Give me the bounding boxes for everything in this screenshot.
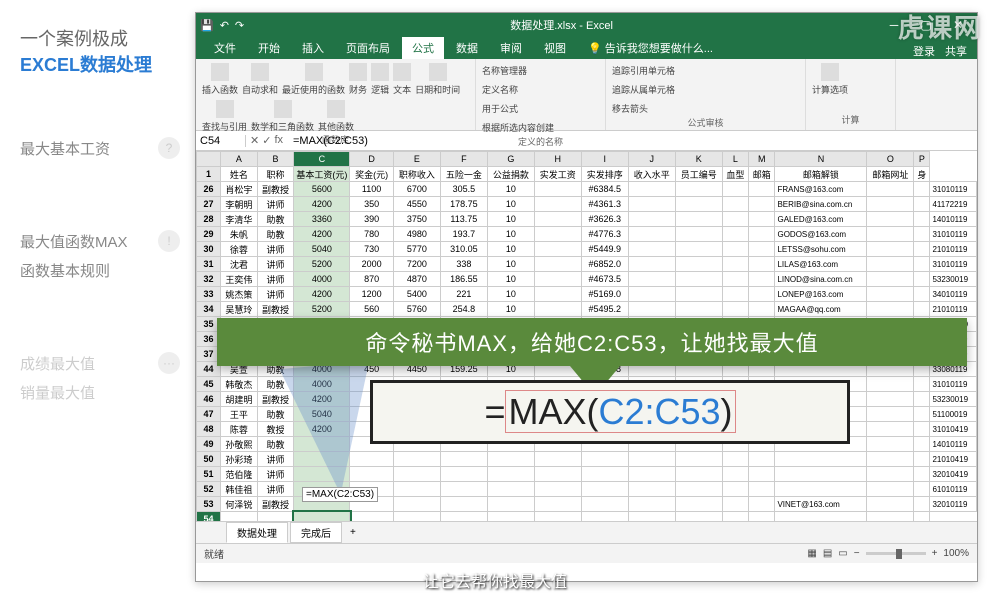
status-ready: 就绪	[204, 546, 224, 561]
formula-bar[interactable]: =MAX(C2:C53)	[287, 135, 977, 147]
sidebar-item-1[interactable]: 最大值函数MAX !	[20, 230, 195, 252]
instruction-callout: 命令秘书MAX，给她C2:C53，让她找最大值	[217, 318, 967, 366]
col-header-N[interactable]: N	[775, 152, 867, 167]
col-header-J[interactable]: J	[628, 152, 675, 167]
titlebar: 💾 ↶ ↷ 数据处理.xlsx - Excel ─ ▢ ✕	[196, 13, 977, 37]
col-header-I[interactable]: I	[581, 152, 628, 167]
col-header-D[interactable]: D	[350, 152, 394, 167]
zoom-out-button[interactable]: −	[854, 548, 860, 559]
share-button[interactable]: 共享	[945, 43, 967, 59]
view-page-icon[interactable]: ▤	[823, 548, 832, 559]
formula-callout: =MAX(C2:C53)	[370, 380, 850, 444]
financial-button[interactable]: 财务	[349, 63, 367, 96]
view-normal-icon[interactable]: ▦	[807, 548, 816, 559]
use-formula-button[interactable]: 用于公式	[482, 101, 518, 116]
badge-question: ?	[158, 137, 180, 159]
calc-options-button[interactable]: 计算选项	[812, 63, 848, 96]
sheet-tab-active[interactable]: 数据处理	[226, 522, 288, 543]
sheet-tab-other[interactable]: 完成后	[290, 522, 342, 543]
ribbon-tabs: 文件 开始 插入 页面布局 公式 数据 审阅 视图 💡 告诉我您想要做什么...…	[196, 37, 977, 59]
save-icon[interactable]: 💾	[200, 19, 214, 32]
col-header-F[interactable]: F	[440, 152, 487, 167]
col-header-C[interactable]: C	[294, 152, 350, 167]
sidebar-item-2[interactable]: 函数基本规则	[20, 260, 195, 281]
col-header-A[interactable]: A	[221, 152, 258, 167]
undo-icon[interactable]: ↶	[220, 19, 229, 32]
cancel-icon[interactable]: ✕	[250, 134, 259, 147]
active-cell-formula[interactable]: =MAX(C2:C53)	[302, 487, 378, 502]
more-button[interactable]: 其他函数	[318, 100, 354, 133]
badge-exclaim: !	[158, 230, 180, 252]
insert-function-button[interactable]: 插入函数	[202, 63, 238, 96]
create-selection-button[interactable]: 根据所选内容创建	[482, 120, 554, 135]
logical-button[interactable]: 逻辑	[371, 63, 389, 96]
sidebar-title-1: 一个案例极成	[20, 25, 195, 51]
tab-insert[interactable]: 插入	[292, 37, 334, 59]
tab-review[interactable]: 审阅	[490, 37, 532, 59]
col-header-O[interactable]: O	[867, 152, 914, 167]
tab-layout[interactable]: 页面布局	[336, 37, 400, 59]
lookup-button[interactable]: 查找与引用	[202, 100, 247, 133]
view-break-icon[interactable]: ▭	[838, 548, 847, 559]
math-button[interactable]: 数学和三角函数	[251, 100, 314, 133]
remove-arrows-button[interactable]: 移去箭头	[612, 101, 648, 116]
tab-formulas[interactable]: 公式	[402, 37, 444, 59]
zoom-in-button[interactable]: +	[932, 548, 938, 559]
window-title: 数据处理.xlsx - Excel	[510, 17, 613, 33]
col-header-L[interactable]: L	[722, 152, 748, 167]
text-button[interactable]: 文本	[393, 63, 411, 96]
formula-bar-row: C54 ✕ ✓ fx =MAX(C2:C53)	[196, 131, 977, 151]
col-header-K[interactable]: K	[675, 152, 722, 167]
col-header-M[interactable]: M	[749, 152, 775, 167]
autosum-button[interactable]: 自动求和	[242, 63, 278, 96]
sidebar-item-3[interactable]: 成绩最大值 ···	[20, 352, 195, 374]
datetime-button[interactable]: 日期和时间	[415, 63, 460, 96]
sheet-add-button[interactable]: +	[344, 525, 362, 540]
sidebar-title-2: EXCEL数据处理	[20, 51, 195, 77]
define-name-button[interactable]: 定义名称	[482, 82, 518, 97]
trace-precedents-button[interactable]: 追踪引用单元格	[612, 63, 675, 78]
tab-home[interactable]: 开始	[248, 37, 290, 59]
col-header-G[interactable]: G	[487, 152, 534, 167]
recent-button[interactable]: 最近使用的函数	[282, 63, 345, 96]
sheet-tabs: 数据处理 完成后 +	[196, 521, 977, 543]
video-subtitle: 让它去帮你找最大值	[0, 566, 990, 594]
badge-dots: ···	[158, 352, 180, 374]
watermark: 虎课网	[898, 8, 982, 45]
zoom-slider[interactable]	[866, 552, 926, 555]
statusbar: 就绪 ▦ ▤ ▭ − + 100%	[196, 543, 977, 563]
zoom-level[interactable]: 100%	[943, 548, 969, 559]
col-header-P[interactable]: P	[914, 152, 930, 167]
sidebar: 一个案例极成 EXCEL数据处理 最大基本工资 ? 最大值函数MAX ! 函数基…	[0, 0, 195, 594]
name-box[interactable]: C54	[196, 135, 246, 147]
tab-view[interactable]: 视图	[534, 37, 576, 59]
ribbon: 插入函数 自动求和 最近使用的函数 财务 逻辑 文本 日期和时间 查找与引用 数…	[196, 59, 977, 131]
tab-data[interactable]: 数据	[446, 37, 488, 59]
col-header-[interactable]	[197, 152, 221, 167]
tell-me[interactable]: 💡 告诉我您想要做什么...	[578, 37, 723, 59]
col-header-B[interactable]: B	[257, 152, 294, 167]
sidebar-item-0[interactable]: 最大基本工资 ?	[20, 137, 195, 159]
col-header-H[interactable]: H	[534, 152, 581, 167]
redo-icon[interactable]: ↷	[235, 19, 244, 32]
col-header-E[interactable]: E	[393, 152, 440, 167]
trace-dependents-button[interactable]: 追踪从属单元格	[612, 82, 675, 97]
fx-icon[interactable]: fx	[274, 134, 283, 147]
name-manager-button[interactable]: 名称管理器	[482, 63, 527, 78]
highlight-triangle	[280, 361, 381, 498]
enter-icon[interactable]: ✓	[262, 134, 271, 147]
tab-file[interactable]: 文件	[204, 37, 246, 59]
login-link[interactable]: 登录	[913, 43, 935, 59]
sidebar-item-4[interactable]: 销量最大值	[20, 382, 195, 403]
